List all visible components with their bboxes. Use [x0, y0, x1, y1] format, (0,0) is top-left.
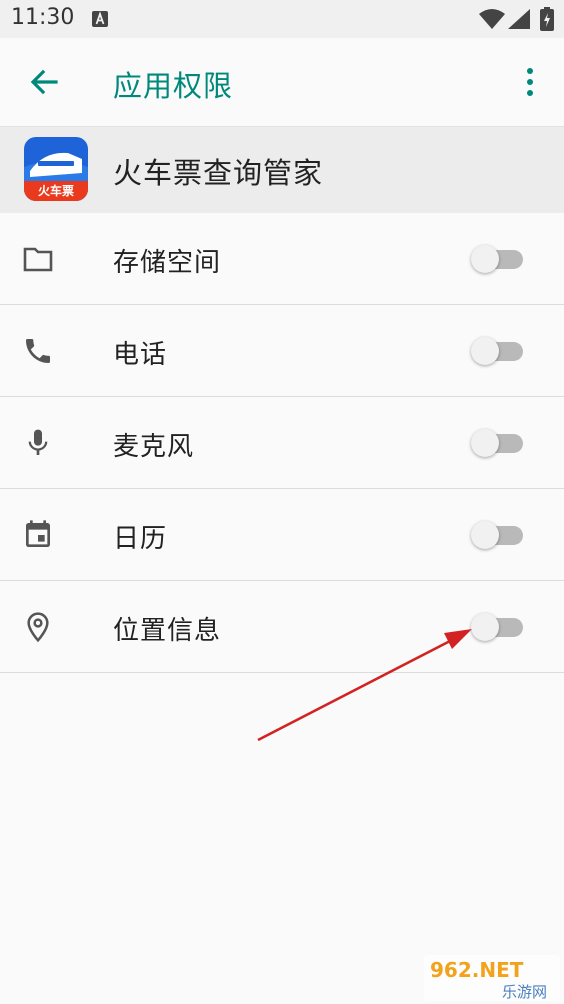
wifi-icon: [479, 9, 505, 29]
app-bar: 应用权限: [0, 38, 564, 127]
watermark-bottom-text: 乐游网: [502, 983, 547, 1001]
app-name: 火车票查询管家: [113, 156, 324, 190]
phone-icon: [26, 339, 50, 363]
arrow-back-icon[interactable]: [28, 66, 60, 98]
microphone-toggle[interactable]: [471, 429, 523, 457]
permission-row-location[interactable]: 位置信息: [0, 581, 564, 673]
page-title: 应用权限: [113, 69, 234, 103]
phone-toggle[interactable]: [471, 337, 523, 365]
toggle-thumb: [471, 429, 499, 457]
location-pin-icon: [27, 612, 49, 643]
logo-text: 火车票: [38, 183, 74, 198]
storage-toggle[interactable]: [471, 245, 523, 273]
battery-icon: [540, 7, 554, 31]
notification-a-icon: [92, 11, 108, 27]
calendar-toggle[interactable]: [471, 521, 523, 549]
app-header: 火车票 火车票查询管家: [0, 127, 564, 213]
permission-label: 麦克风: [113, 432, 195, 462]
watermark-top-text: 962.NET: [430, 958, 524, 982]
watermark-logo: 962.NET 乐游网: [424, 955, 560, 1001]
toggle-thumb: [471, 245, 499, 273]
train-logo-icon: 火车票: [24, 137, 88, 201]
permission-label: 位置信息: [113, 616, 222, 646]
toggle-thumb: [471, 521, 499, 549]
signal-icon: [508, 9, 530, 29]
folder-icon: [23, 247, 53, 272]
toggle-thumb: [471, 337, 499, 365]
permission-row-storage[interactable]: 存储空间: [0, 213, 564, 305]
location-toggle[interactable]: [471, 613, 523, 641]
permission-label: 日历: [113, 524, 168, 554]
permission-row-calendar[interactable]: 日历: [0, 489, 564, 581]
more-vert-icon[interactable]: [516, 66, 544, 98]
status-bar: 11:30: [0, 0, 564, 38]
status-time: 11:30: [11, 5, 75, 30]
permission-row-phone[interactable]: 电话: [0, 305, 564, 397]
calendar-icon: [26, 520, 50, 547]
microphone-icon: [28, 429, 48, 455]
permission-list: 存储空间 电话 麦克风 日历 位置信息: [0, 213, 564, 673]
permission-label: 存储空间: [113, 248, 222, 278]
permission-label: 电话: [113, 340, 168, 370]
permission-row-microphone[interactable]: 麦克风: [0, 397, 564, 489]
toggle-thumb: [471, 613, 499, 641]
